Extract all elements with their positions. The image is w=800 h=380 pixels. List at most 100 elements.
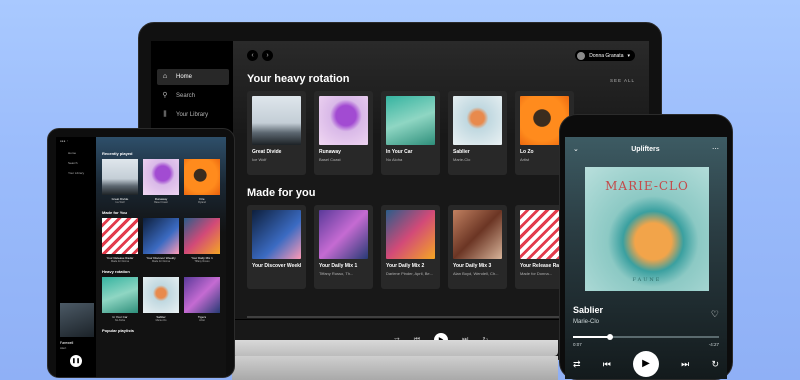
card-subtitle: No Aloha [386, 157, 403, 162]
laptop-keyboard [232, 356, 558, 380]
album-card[interactable]: In Your Car No Aloha [102, 277, 138, 322]
shuffle-icon[interactable]: ⇄ [573, 359, 581, 370]
sidebar-item-label: Search [176, 93, 196, 99]
album-card[interactable]: Fire Ryland [184, 159, 220, 204]
chevron-down-icon[interactable]: ⌄ [573, 145, 579, 153]
album-art [143, 159, 179, 195]
playlist-card[interactable]: Your Daily Mix 3 Alan Boyd, Wendell, Ch..… [448, 205, 507, 289]
status-bar: ●●● ◔ [60, 139, 69, 143]
section-title: Made for You [102, 210, 127, 215]
section-title: Your heavy rotation [247, 73, 350, 85]
topbar: ‹ › Donna Granata ▾ [233, 41, 649, 63]
section-title: Recently played [102, 151, 133, 156]
card-subtitle: Marie-Clo [453, 157, 471, 162]
card-subtitle: Alan Boyd, Wendell, Ch... [453, 271, 499, 276]
next-icon[interactable]: ⏭ [681, 359, 689, 370]
sidebar-item-home[interactable]: ⌂ Home [157, 69, 229, 85]
album-art [102, 277, 138, 313]
playlist-card[interactable]: Your Daily Mix 1 Tiffany Russo, Th... [314, 205, 373, 289]
playlist-card[interactable]: Your Daily Mix 1 Tiffany Russo [184, 218, 220, 263]
phone-device: ⌄ Uplifters ⋯ MARIE-CLO FAUNE Sablier Ma… [559, 114, 733, 380]
album-art [319, 96, 368, 145]
card-subtitle: Marie-Clo [155, 319, 167, 322]
section-title: Popular playlists [102, 328, 135, 333]
see-all-link[interactable]: SEE ALL [610, 78, 635, 83]
heart-icon[interactable]: ♡ [711, 309, 719, 320]
now-playing-artist: Alert [60, 346, 67, 350]
album-card[interactable]: Sablier Marie-Clo [448, 91, 507, 175]
playlist-art [143, 218, 179, 254]
album-card[interactable]: Great Divide Ice Wolf [247, 91, 306, 175]
card-subtitle: Ice Wolf [252, 157, 267, 162]
playlist-card[interactable]: Your Discover Weekly [247, 205, 306, 289]
card-subtitle: Basel Coast [154, 201, 168, 204]
track-title: Sablier [573, 305, 604, 315]
pause-button[interactable]: ❚❚ [70, 355, 82, 367]
album-card[interactable]: Sablier Marie-Clo [143, 277, 179, 322]
sidebar-item-label: Home [176, 74, 193, 80]
card-subtitle: Basel Coast [319, 157, 341, 162]
playlist-art [386, 210, 435, 259]
album-art [453, 96, 502, 145]
tablet-sidebar: ●●● ◔ Home Search Your Library Farewell … [56, 137, 96, 377]
history-nav: ‹ › [247, 50, 273, 61]
laptop-base [232, 340, 558, 356]
card-subtitle: Made for Donna [152, 260, 170, 263]
album-card[interactable]: Runaway Basel Coast [143, 159, 179, 204]
album-art: MARIE-CLO FAUNE [585, 167, 709, 291]
playlist-card[interactable]: Your Release Radar Made for Donna [102, 218, 138, 263]
playlist-art [252, 210, 301, 259]
library-icon: ⫼ [163, 111, 167, 118]
card-subtitle: No Aloha [114, 319, 126, 322]
album-card[interactable]: Tigers Artist [184, 277, 220, 322]
sidebar-item-search[interactable]: ⚲ Search [157, 88, 233, 104]
card-title: Your Daily Mix 3 [453, 263, 492, 269]
card-title: Your Daily Mix 1 [319, 263, 358, 269]
playlist-card[interactable]: Your Discover Weekly Made for Donna [143, 218, 179, 263]
heavy-rotation-row: In Your Car No Aloha Sablier Marie-Clo Tig… [102, 277, 220, 322]
progress-bar[interactable] [573, 334, 719, 340]
phone-header: ⌄ Uplifters ⋯ [565, 137, 727, 154]
playlist-art [184, 218, 220, 254]
card-title: Runaway [319, 149, 341, 155]
previous-icon[interactable]: ⏮ [603, 359, 611, 370]
play-button[interactable]: ▶ [633, 351, 659, 377]
album-card[interactable]: Great Divide Ice Wolf [102, 159, 138, 204]
album-art-subtitle: FAUNE [632, 277, 662, 283]
card-subtitle: Ice Wolf [115, 201, 125, 204]
repeat-icon[interactable]: ↻ [711, 359, 719, 370]
progress-knob[interactable] [606, 334, 613, 340]
search-icon: ⚲ [162, 92, 168, 99]
card-title: Great Divide [252, 149, 282, 155]
playlist-art [453, 210, 502, 259]
card-subtitle: Made for Donna [111, 260, 129, 263]
album-card[interactable]: Runaway Basel Coast [314, 91, 373, 175]
forward-button[interactable]: › [262, 50, 273, 61]
card-subtitle: Ryland [198, 201, 206, 204]
more-icon[interactable]: ⋯ [712, 145, 719, 153]
section-title: Heavy rotation [102, 269, 130, 274]
now-playing-art[interactable] [60, 303, 94, 337]
tablet-device: ●●● ◔ Home Search Your Library Farewell … [47, 128, 235, 378]
tablet-nav-home[interactable]: Home [60, 151, 96, 155]
elapsed-time: 0:07 [573, 342, 582, 347]
card-subtitle: Tiffany Russo [194, 260, 210, 263]
album-art [252, 96, 301, 145]
back-button[interactable]: ‹ [247, 50, 258, 61]
playlist-art [319, 210, 368, 259]
tablet-main: Recently played Great Divide Ice Wolf Run… [96, 137, 226, 377]
album-card[interactable]: In Your Car No Aloha [381, 91, 440, 175]
tablet-nav-search[interactable]: Search [60, 161, 96, 165]
tablet-nav-library[interactable]: Your Library [60, 171, 96, 175]
recently-played-row: Great Divide Ice Wolf Runaway Basel Coast … [102, 159, 220, 204]
card-subtitle: Tiffany Russo, Th... [319, 271, 354, 276]
heavy-rotation-header: Your heavy rotation SEE ALL [233, 73, 649, 85]
track-artist: Marie-Clo [573, 319, 600, 325]
user-menu-button[interactable]: Donna Granata ▾ [575, 50, 635, 61]
made-for-you-row: Your Release Radar Made for Donna Your Di… [102, 218, 220, 263]
album-art [386, 96, 435, 145]
playlist-card[interactable]: Your Daily Mix 2 Darlene Pinder, April, B… [381, 205, 440, 289]
card-subtitle: Darlene Pinder, April, Be... [386, 271, 433, 276]
sidebar-item-library[interactable]: ⫼ Your Library [157, 107, 233, 123]
remaining-time: -4:27 [708, 342, 719, 347]
